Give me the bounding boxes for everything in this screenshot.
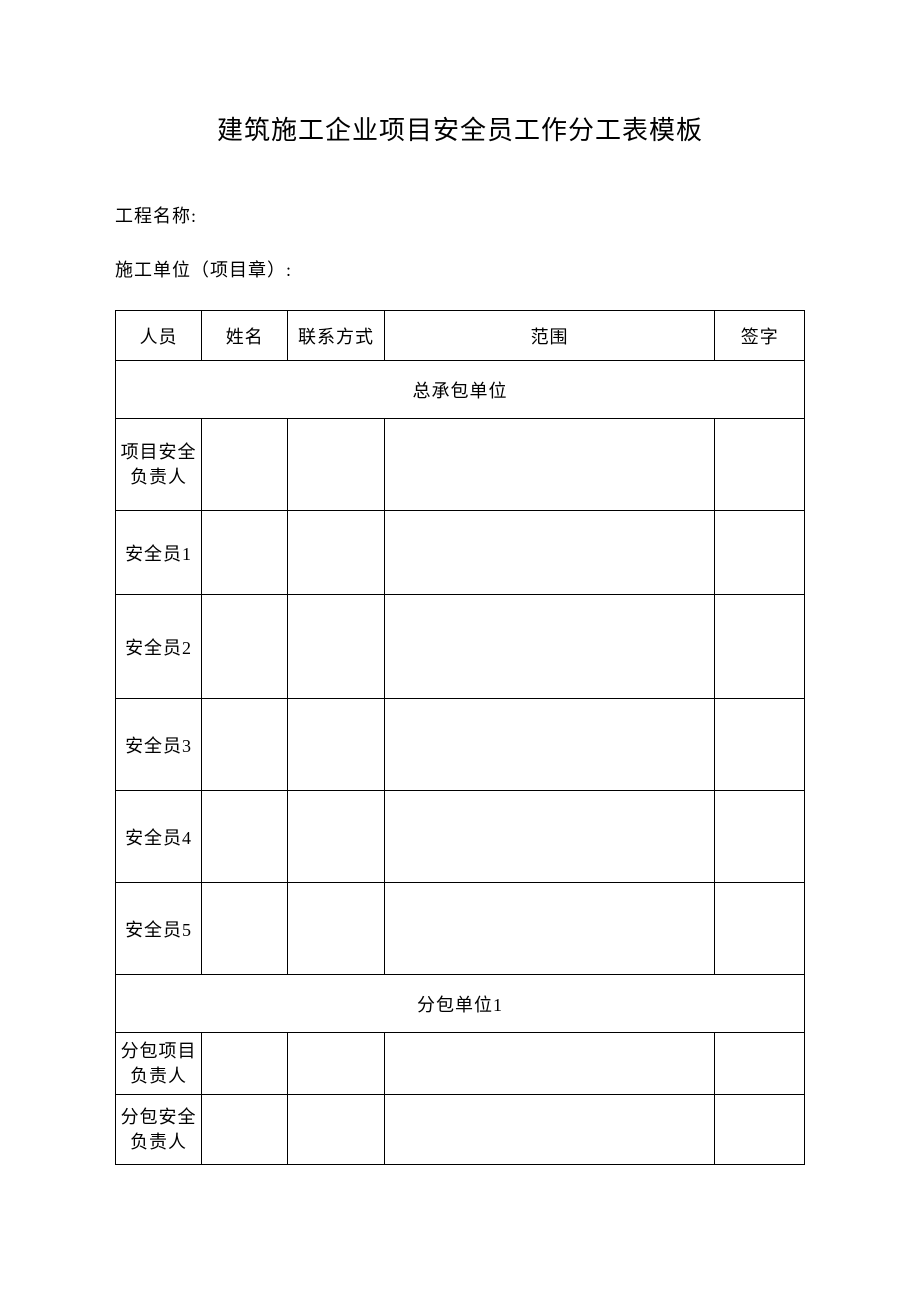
- cell-sign: [715, 883, 805, 975]
- table-row: 安全员5: [116, 883, 805, 975]
- header-scope: 范围: [384, 311, 715, 361]
- cell-person-safety-4: 安全员4: [116, 791, 202, 883]
- table-header-row: 人员 姓名 联系方式 范围 签字: [116, 311, 805, 361]
- cell-contact: [288, 791, 384, 883]
- table-row: 安全员4: [116, 791, 805, 883]
- cell-scope: [384, 699, 715, 791]
- cell-person-safety-3: 安全员3: [116, 699, 202, 791]
- table-row: 分包项目负责人: [116, 1033, 805, 1095]
- cell-name: [202, 883, 288, 975]
- cell-person-safety-lead: 项目安全负责人: [116, 419, 202, 511]
- cell-person-sub-safety-lead: 分包安全负责人: [116, 1095, 202, 1165]
- header-contact: 联系方式: [288, 311, 384, 361]
- section-general-contractor-label: 总承包单位: [116, 361, 805, 419]
- header-sign: 签字: [715, 311, 805, 361]
- cell-sign: [715, 699, 805, 791]
- cell-person-safety-5: 安全员5: [116, 883, 202, 975]
- cell-scope: [384, 595, 715, 699]
- construction-unit-field: 施工单位（项目章）:: [115, 256, 805, 282]
- cell-sign: [715, 791, 805, 883]
- cell-sign: [715, 1095, 805, 1165]
- cell-name: [202, 511, 288, 595]
- cell-contact: [288, 699, 384, 791]
- cell-contact: [288, 883, 384, 975]
- table-row: 项目安全负责人: [116, 419, 805, 511]
- cell-name: [202, 1095, 288, 1165]
- cell-person-sub-project-lead: 分包项目负责人: [116, 1033, 202, 1095]
- table-row: 安全员3: [116, 699, 805, 791]
- section-general-contractor: 总承包单位: [116, 361, 805, 419]
- cell-contact: [288, 1033, 384, 1095]
- project-name-field: 工程名称:: [115, 202, 805, 228]
- table-row: 安全员1: [116, 511, 805, 595]
- cell-contact: [288, 511, 384, 595]
- assignment-table: 人员 姓名 联系方式 范围 签字 总承包单位 项目安全负责人 安全员1 安全员2…: [115, 310, 805, 1165]
- section-subcontractor-1: 分包单位1: [116, 975, 805, 1033]
- cell-name: [202, 791, 288, 883]
- header-name: 姓名: [202, 311, 288, 361]
- cell-sign: [715, 511, 805, 595]
- cell-contact: [288, 419, 384, 511]
- cell-scope: [384, 511, 715, 595]
- cell-name: [202, 595, 288, 699]
- cell-sign: [715, 419, 805, 511]
- cell-scope: [384, 1095, 715, 1165]
- cell-scope: [384, 883, 715, 975]
- cell-contact: [288, 1095, 384, 1165]
- cell-name: [202, 419, 288, 511]
- header-person: 人员: [116, 311, 202, 361]
- cell-scope: [384, 419, 715, 511]
- table-row: 安全员2: [116, 595, 805, 699]
- cell-sign: [715, 595, 805, 699]
- cell-scope: [384, 1033, 715, 1095]
- cell-name: [202, 1033, 288, 1095]
- cell-scope: [384, 791, 715, 883]
- cell-sign: [715, 1033, 805, 1095]
- document-title: 建筑施工企业项目安全员工作分工表模板: [115, 110, 805, 147]
- cell-person-safety-2: 安全员2: [116, 595, 202, 699]
- cell-name: [202, 699, 288, 791]
- cell-contact: [288, 595, 384, 699]
- section-subcontractor-1-label: 分包单位1: [116, 975, 805, 1033]
- cell-person-safety-1: 安全员1: [116, 511, 202, 595]
- table-row: 分包安全负责人: [116, 1095, 805, 1165]
